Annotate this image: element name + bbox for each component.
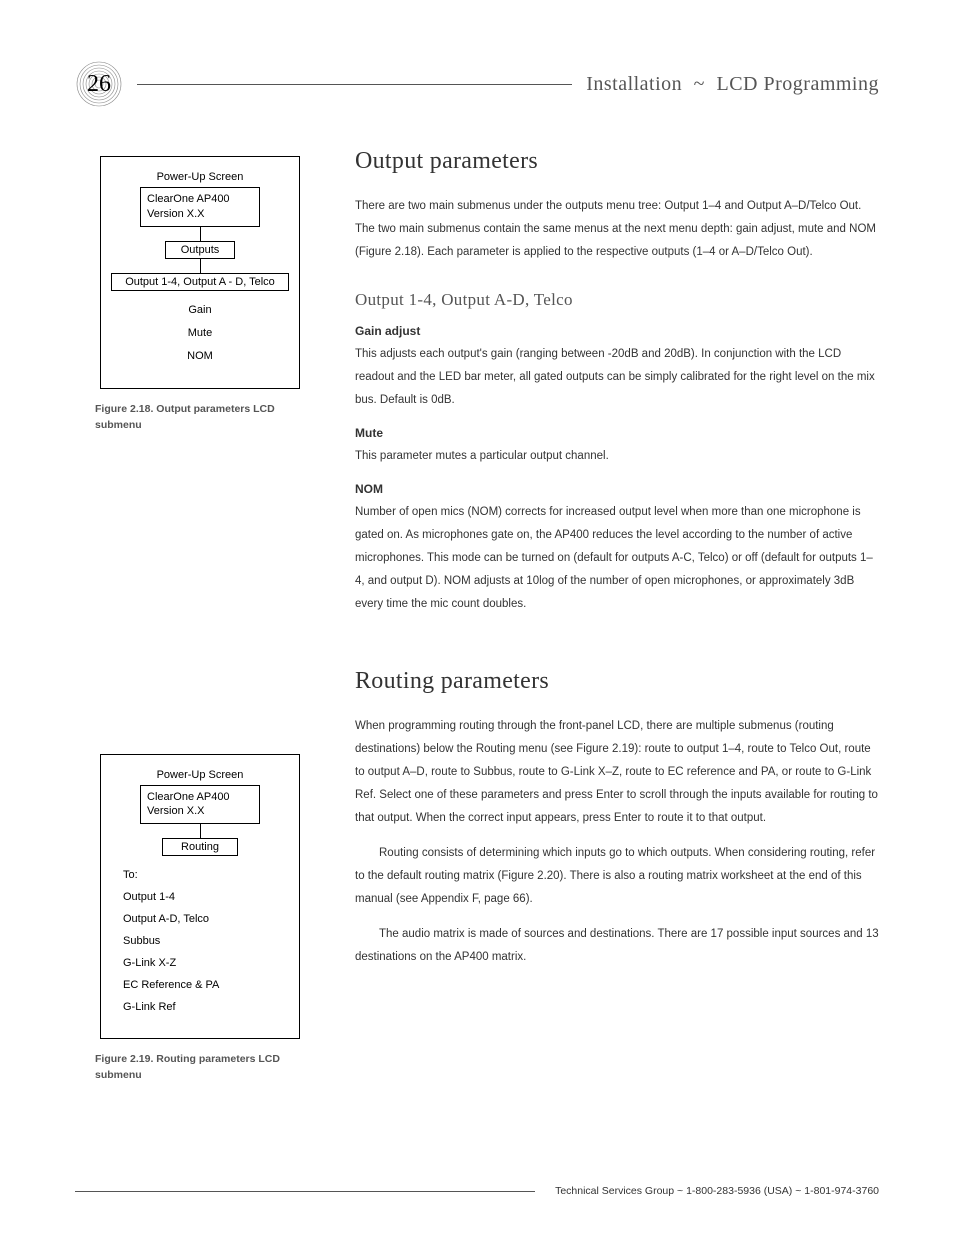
- param-heading-mute: Mute: [355, 426, 879, 440]
- connector-line: [200, 824, 201, 838]
- header-rule: [137, 84, 572, 85]
- body-text: Number of open mics (NOM) corrects for i…: [355, 501, 879, 616]
- page-number-badge: 26: [75, 60, 123, 108]
- breadcrumb-section: Installation: [586, 73, 682, 95]
- footer-rule: [75, 1191, 535, 1192]
- connector-line: [200, 227, 201, 241]
- diagram-text: Version X.X: [147, 804, 253, 819]
- list-item: Output A-D, Telco: [123, 908, 289, 930]
- body-text: This parameter mutes a particular output…: [355, 445, 879, 468]
- body-text: This adjusts each output's gain (ranging…: [355, 343, 879, 412]
- diagram-text: Version X.X: [147, 207, 253, 222]
- page-footer: Technical Services Group ~ 1-800-283-593…: [75, 1185, 879, 1197]
- list-item: NOM: [111, 345, 289, 368]
- section-title: Routing parameters: [355, 668, 879, 695]
- connector-line: [200, 259, 201, 273]
- figure-caption: Figure 2.18. Output parameters LCD subme…: [95, 401, 305, 434]
- diagram-item-list: To: Output 1-4 Output A-D, Telco Subbus …: [111, 864, 289, 1018]
- body-text: The audio matrix is made of sources and …: [355, 923, 879, 969]
- main-content: Output parameters There are two main sub…: [325, 148, 879, 1084]
- list-item: EC Reference & PA: [123, 974, 289, 996]
- figure-2-19-diagram: Power-Up Screen ClearOne AP400 Version X…: [100, 754, 300, 1040]
- param-heading-gain: Gain adjust: [355, 324, 879, 338]
- diagram-text: ClearOne AP400: [147, 790, 253, 805]
- diagram-row-box: Output 1-4, Output A - D, Telco: [111, 273, 289, 291]
- list-item: G-Link Ref: [123, 996, 289, 1018]
- diagram-menu-box: Outputs: [165, 241, 235, 259]
- list-item: Subbus: [123, 930, 289, 952]
- diagram-text: ClearOne AP400: [147, 192, 253, 207]
- page-number: 26: [87, 71, 111, 98]
- diagram-item-list: Gain Mute NOM: [111, 299, 289, 368]
- sidebar: Power-Up Screen ClearOne AP400 Version X…: [75, 148, 325, 1084]
- footer-text: Technical Services Group ~ 1-800-283-593…: [555, 1185, 879, 1197]
- subsection-title: Output 1-4, Output A-D, Telco: [355, 290, 879, 310]
- param-heading-nom: NOM: [355, 482, 879, 496]
- list-item: G-Link X-Z: [123, 952, 289, 974]
- figure-2-18-diagram: Power-Up Screen ClearOne AP400 Version X…: [100, 156, 300, 389]
- diagram-brand-box: ClearOne AP400 Version X.X: [140, 187, 260, 227]
- diagram-brand-box: ClearOne AP400 Version X.X: [140, 785, 260, 825]
- diagram-label: Power-Up Screen: [111, 171, 289, 183]
- diagram-menu-box: Routing: [162, 838, 238, 856]
- list-item: Mute: [111, 322, 289, 345]
- breadcrumb-page: LCD Programming: [717, 73, 880, 95]
- list-item: Gain: [111, 299, 289, 322]
- section-title: Output parameters: [355, 148, 879, 175]
- breadcrumb: Installation ~ LCD Programming: [586, 73, 879, 96]
- body-text: Routing consists of determining which in…: [355, 842, 879, 911]
- body-text: When programming routing through the fro…: [355, 715, 879, 830]
- list-item: Output 1-4: [123, 886, 289, 908]
- page-header: 26 Installation ~ LCD Programming: [75, 60, 879, 108]
- list-item: To:: [123, 864, 289, 886]
- tilde-icon: ~: [694, 73, 705, 95]
- diagram-label: Power-Up Screen: [111, 769, 289, 781]
- body-text: There are two main submenus under the ou…: [355, 195, 879, 264]
- figure-caption: Figure 2.19. Routing parameters LCD subm…: [95, 1051, 305, 1084]
